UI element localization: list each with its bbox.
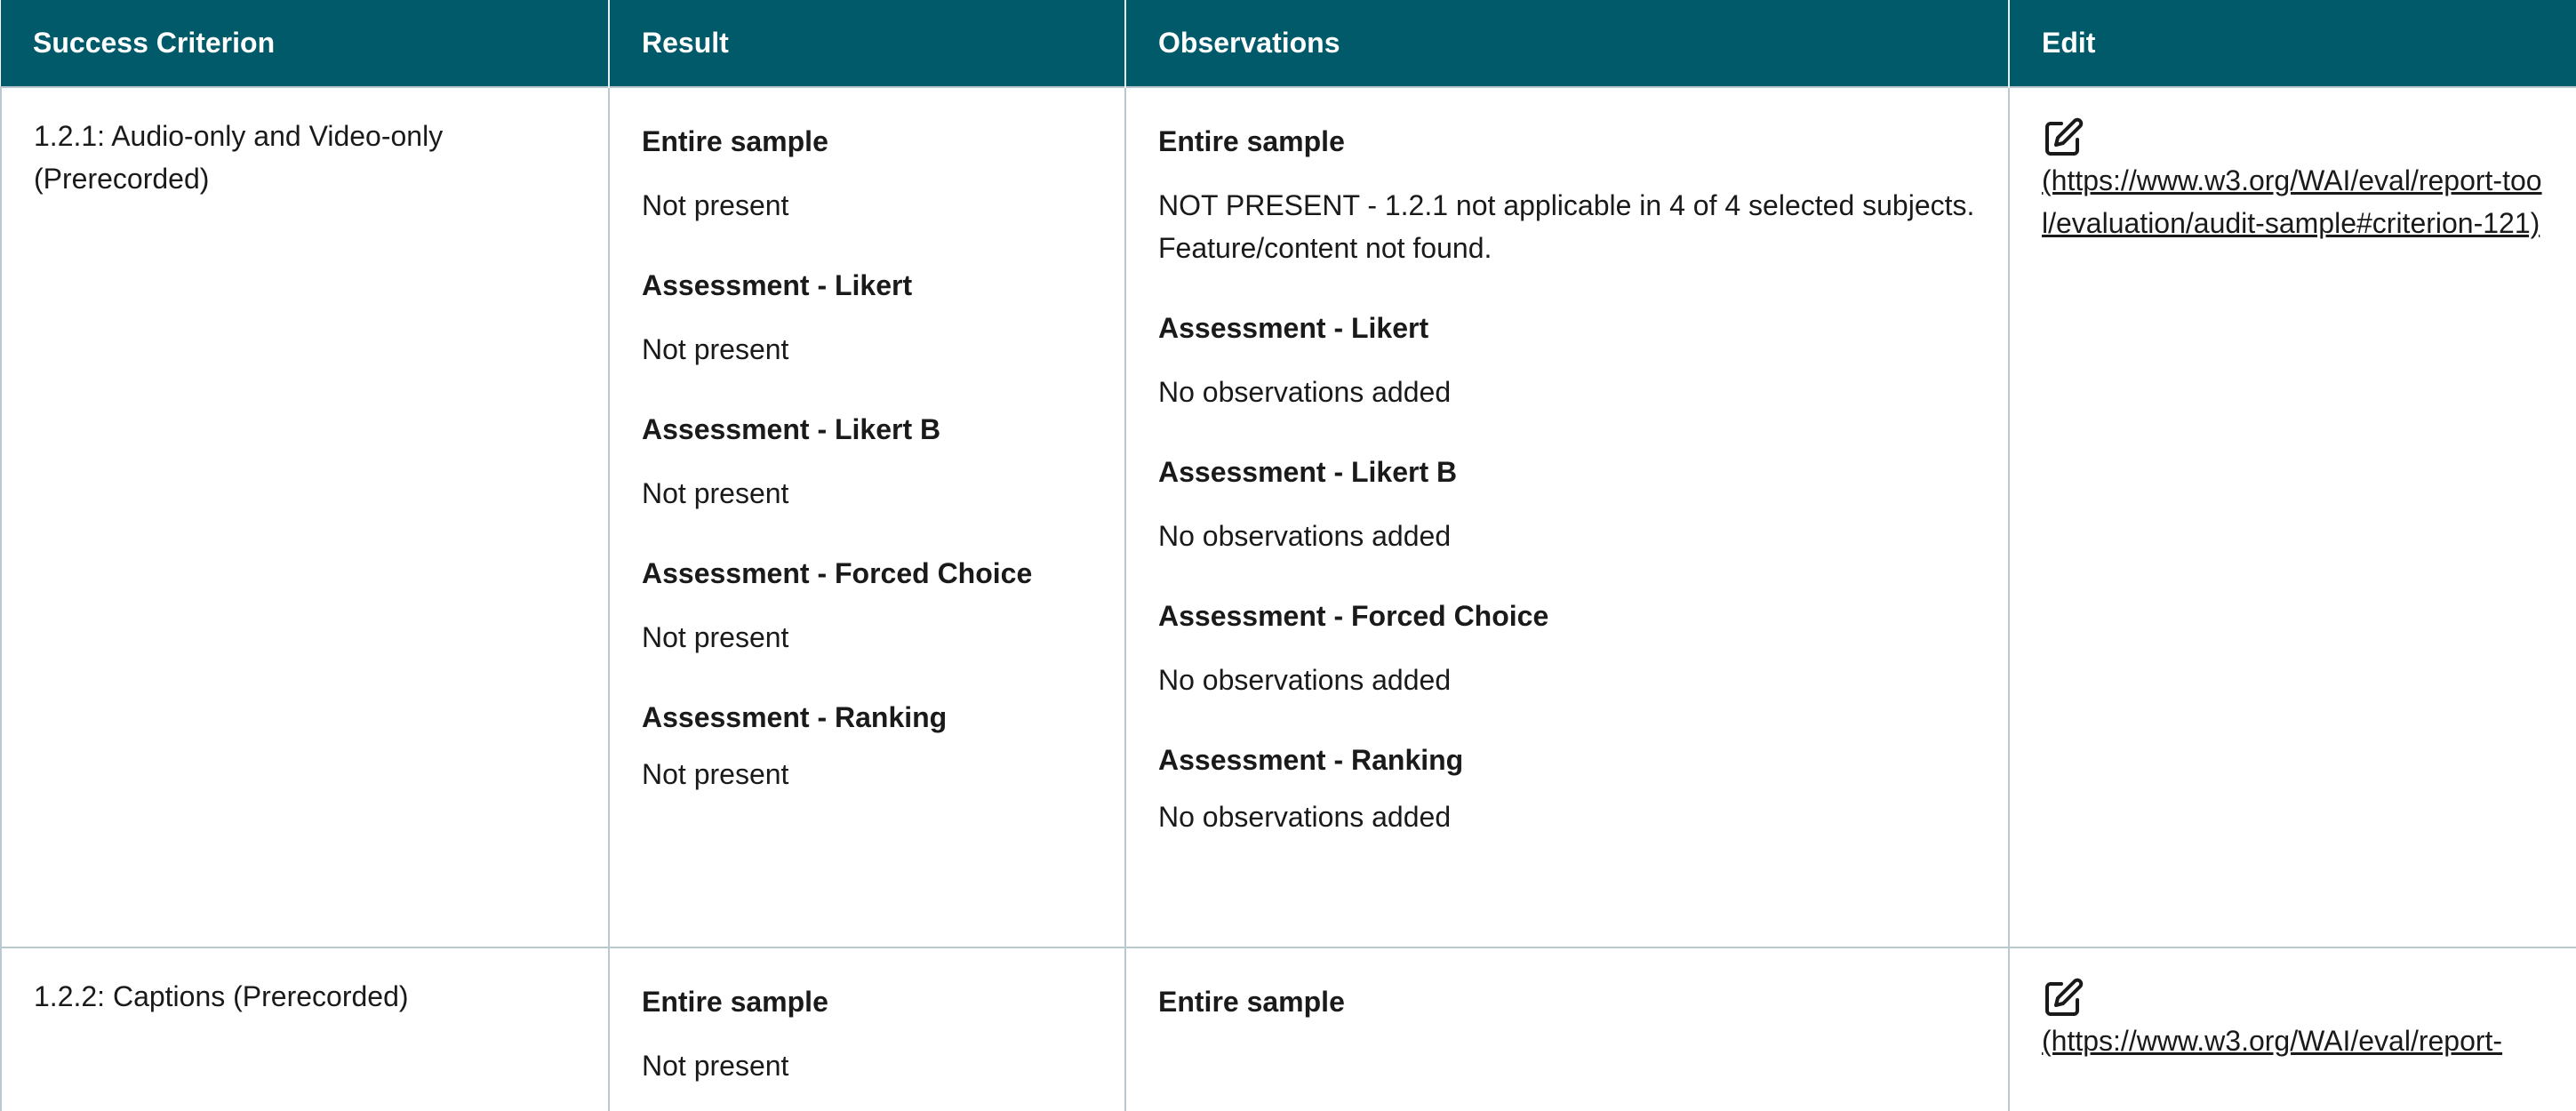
edit-link-text[interactable]: (https://www.w3.org/WAI/eval/report-tool… — [2042, 164, 2542, 239]
edit-cell: (https://www.w3.org/WAI/eval/report-tool… — [2008, 86, 2576, 948]
column-header-edit: Edit — [2009, 0, 2576, 87]
result-value: Not present — [642, 1050, 789, 1082]
criterion-cell: 1.2.2: Captions (Prerecorded) — [0, 947, 610, 1111]
result-block: Entire sample Not present — [642, 115, 1092, 259]
result-block: Assessment - Ranking Not present — [642, 691, 1092, 795]
table-row: 1.2.2: Captions (Prerecorded) Entire sam… — [0, 947, 2576, 1111]
edit-icon[interactable] — [2042, 977, 2084, 1019]
table-header: Success Criterion Result Observations Ed… — [1, 0, 2576, 87]
observations-cell: Entire sample — [1124, 947, 2010, 1111]
observation-text: NOT PRESENT - 1.2.1 not applicable in 4 … — [1158, 189, 1975, 264]
observation-group-title: Assessment - Likert B — [1158, 456, 1458, 488]
result-group-title: Entire sample — [642, 986, 828, 1018]
observation-block: Assessment - Likert B No observations ad… — [1158, 445, 1976, 589]
criterion-cell: 1.2.1: Audio-only and Video-only (Prerec… — [0, 86, 610, 948]
observation-block: Entire sample — [1158, 975, 1976, 1037]
observation-text: No observations added — [1158, 376, 1452, 408]
result-value: Not present — [642, 189, 789, 221]
evaluation-report-table: Success Criterion Result Observations Ed… — [0, 0, 2576, 1111]
result-value: Not present — [642, 758, 789, 790]
result-cell: Entire sample Not present Assessment - L… — [608, 86, 1126, 948]
edit-cell: (https://www.w3.org/WAI/eval/report- — [2008, 947, 2576, 1111]
result-block: Assessment - Likert Not present — [642, 259, 1092, 403]
result-value: Not present — [642, 621, 789, 653]
observation-group-title: Assessment - Ranking — [1158, 744, 1464, 776]
column-header-success-criterion: Success Criterion — [1, 0, 610, 87]
observation-group-title: Assessment - Likert — [1158, 312, 1429, 344]
observation-text — [1158, 1023, 1976, 1037]
observations-cell: Entire sample NOT PRESENT - 1.2.1 not ap… — [1124, 86, 2010, 948]
table-row: 1.2.1: Audio-only and Video-only (Prerec… — [0, 86, 2576, 948]
result-block: Entire sample Not present — [642, 975, 1092, 1087]
result-group-title: Assessment - Likert — [642, 269, 913, 301]
criterion-name: 1.2.2: Captions (Prerecorded) — [34, 980, 409, 1012]
observation-text: No observations added — [1158, 520, 1452, 552]
column-header-observations: Observations — [1125, 0, 2010, 87]
observation-group-title: Assessment - Forced Choice — [1158, 600, 1549, 632]
result-block: Assessment - Likert B Not present — [642, 403, 1092, 547]
edit-link-text[interactable]: (https://www.w3.org/WAI/eval/report- — [2042, 1025, 2502, 1057]
edit-icon[interactable] — [2042, 116, 2084, 159]
observation-block: Assessment - Ranking No observations add… — [1158, 733, 1976, 838]
result-group-title: Assessment - Ranking — [642, 701, 948, 733]
result-block: Assessment - Forced Choice Not present — [642, 547, 1092, 691]
observation-text: No observations added — [1158, 664, 1452, 696]
edit-criterion-link[interactable]: (https://www.w3.org/WAI/eval/report-tool… — [2042, 116, 2544, 244]
observation-group-title: Entire sample — [1158, 125, 1345, 157]
result-group-title: Entire sample — [642, 125, 828, 157]
result-group-title: Assessment - Forced Choice — [642, 557, 1033, 589]
observation-block: Entire sample NOT PRESENT - 1.2.1 not ap… — [1158, 115, 1976, 301]
result-value: Not present — [642, 477, 789, 509]
header-row: Success Criterion Result Observations Ed… — [1, 0, 2576, 87]
observation-block: Assessment - Forced Choice No observatio… — [1158, 589, 1976, 733]
observation-group-title: Entire sample — [1158, 986, 1345, 1018]
observation-block: Assessment - Likert No observations adde… — [1158, 301, 1976, 445]
observation-text: No observations added — [1158, 801, 1452, 833]
edit-criterion-link[interactable]: (https://www.w3.org/WAI/eval/report- — [2042, 977, 2544, 1062]
criterion-name: 1.2.1: Audio-only and Video-only (Prerec… — [34, 120, 444, 195]
result-group-title: Assessment - Likert B — [642, 413, 941, 445]
result-cell: Entire sample Not present — [608, 947, 1126, 1111]
result-value: Not present — [642, 333, 789, 365]
column-header-result: Result — [609, 0, 1126, 87]
